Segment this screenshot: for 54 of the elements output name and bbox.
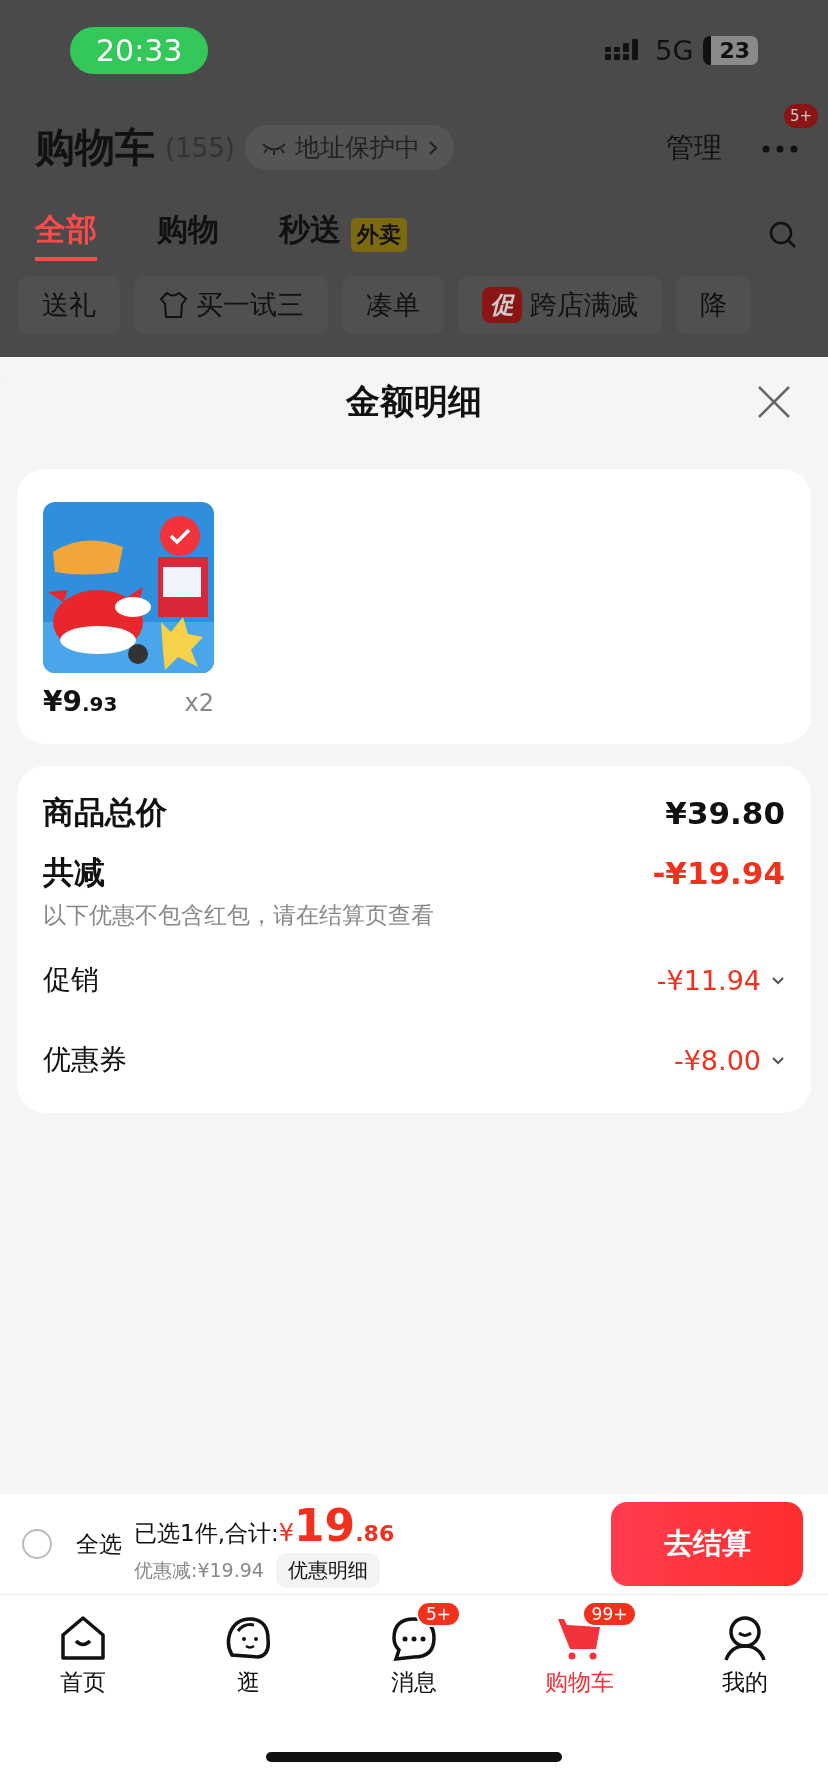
quantity: x2 (184, 689, 214, 717)
category-tab[interactable]: 全部 (35, 209, 97, 261)
chevron-down-icon[interactable] (771, 1055, 785, 1065)
network-label: 5G (655, 34, 694, 66)
eye-closed-icon (260, 140, 287, 155)
summary-label: 商品总价 (43, 793, 168, 832)
chevron-down-icon[interactable] (771, 975, 785, 985)
nav-tab[interactable]: 首页 (0, 1599, 166, 1698)
summary-amount: ¥39.80 (665, 795, 785, 831)
nav-tab[interactable]: 逛 (165, 1599, 332, 1698)
chip-label: 凑单 (366, 288, 420, 322)
close-icon[interactable] (757, 385, 791, 419)
summary-label: 共减 (43, 853, 106, 892)
total-text: 已选1件,合计:¥19.86 (134, 1500, 395, 1551)
summary-amount: -¥11.94 (656, 964, 761, 996)
notification-badge: 99+ (581, 1601, 638, 1627)
page-title: 购物车 (35, 123, 155, 172)
nav-tab[interactable]: 5+ 消息 (331, 1599, 497, 1698)
home-icon (58, 1615, 107, 1661)
filter-chip[interactable]: 买一试三 (134, 276, 328, 334)
tab-tag: 外卖 (351, 218, 407, 252)
nav-tab[interactable]: 99+ 购物车 (496, 1599, 663, 1698)
select-all-checkbox[interactable] (22, 1529, 52, 1559)
sheet-title: 金额明细 (346, 380, 482, 423)
chevron-right-icon (427, 139, 438, 156)
filter-chip[interactable]: 送礼 (18, 276, 120, 334)
chip-label: 送礼 (42, 288, 96, 322)
summary-label: 优惠券 (43, 1042, 128, 1078)
discount-detail-button[interactable]: 优惠明细 (275, 1553, 380, 1588)
filter-chip[interactable]: 凑单 (342, 276, 444, 334)
summary-amount: -¥19.94 (652, 855, 785, 891)
smiling-blob-icon (224, 1615, 273, 1661)
chip-label: 买一试三 (196, 288, 304, 322)
product-price: ¥9.93 (43, 685, 118, 718)
chip-label: 跨店满减 (530, 288, 638, 322)
filter-chip[interactable]: 降 (676, 276, 751, 334)
category-tab[interactable]: 购物 (157, 209, 219, 261)
select-all-label[interactable]: 全选 (76, 1528, 122, 1560)
summary-note: 以下优惠不包含红包，请在结算页查看 (43, 901, 435, 930)
notification-badge: 5+ (416, 1601, 462, 1627)
summary-label: 促销 (43, 962, 100, 998)
category-tab[interactable]: 秒送 (279, 209, 341, 261)
filter-chip[interactable]: 促 跨店满减 (458, 276, 662, 334)
chip-label: 降 (700, 288, 727, 322)
status-time: 20:33 (70, 26, 209, 74)
promo-badge: 促 (482, 287, 522, 323)
saving-text: 优惠减:¥19.94 (134, 1557, 264, 1583)
manage-link[interactable]: 管理 (666, 128, 722, 167)
nav-tab[interactable]: 我的 (662, 1599, 828, 1698)
battery-level: 23 (703, 35, 758, 65)
summary-amount: -¥8.00 (673, 1044, 761, 1076)
notification-badge: 5+ (783, 104, 818, 128)
checkout-button[interactable]: 去结算 (611, 1502, 803, 1586)
shirt-icon (158, 290, 188, 320)
